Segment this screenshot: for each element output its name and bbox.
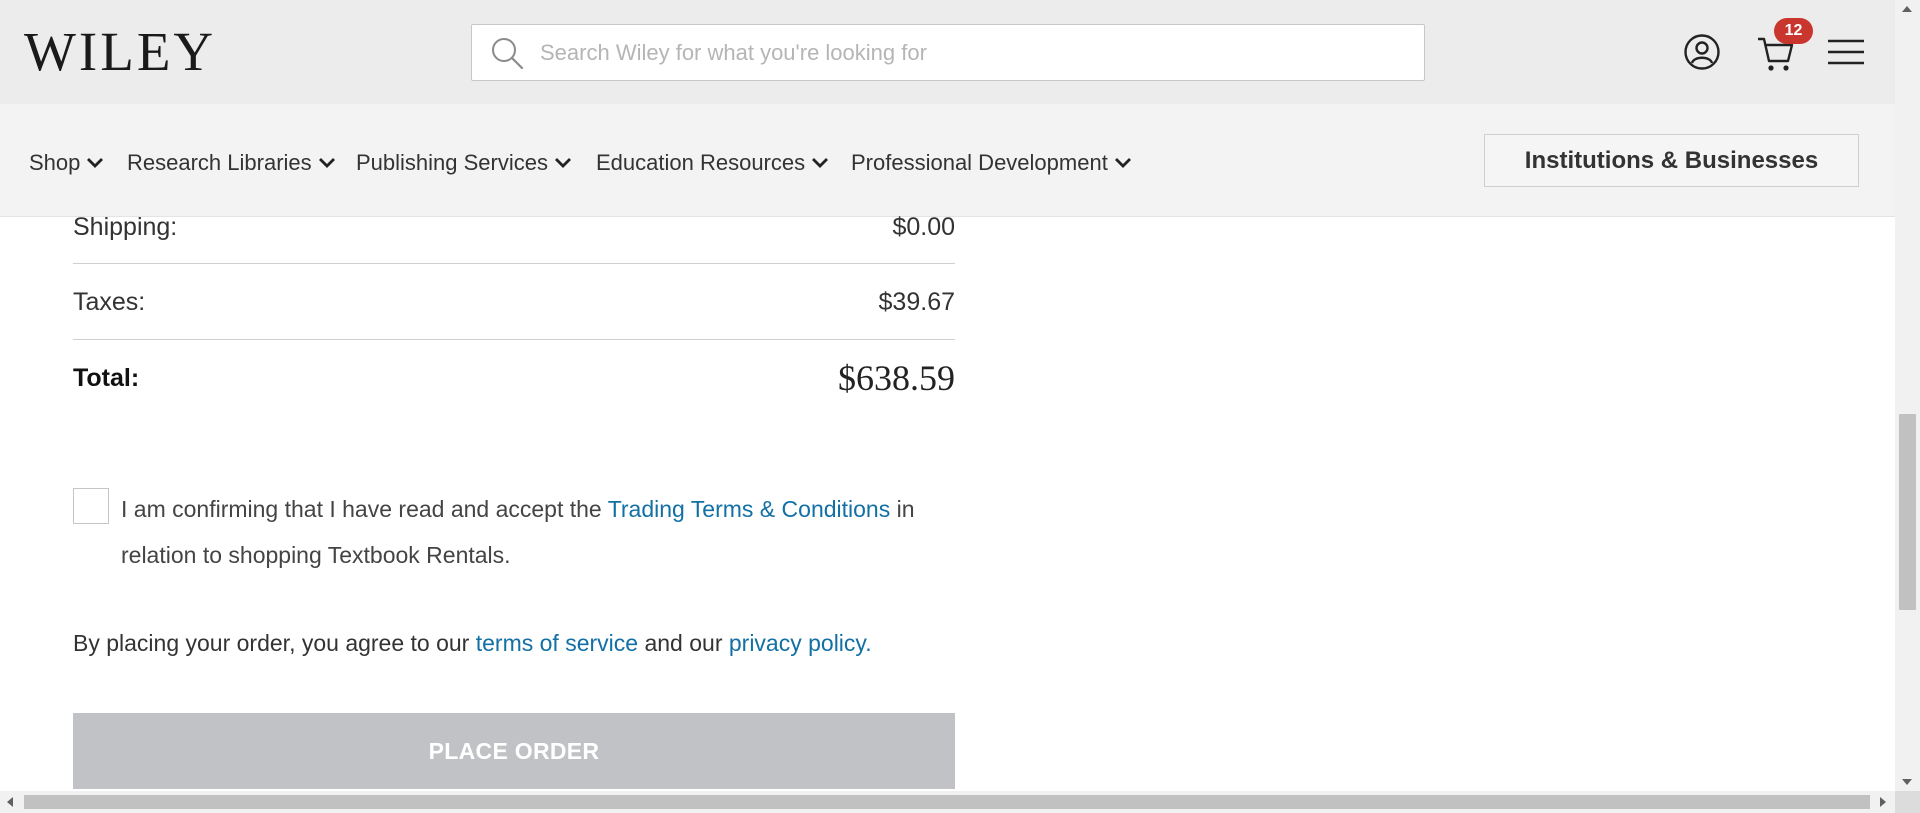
privacy-policy-link[interactable]: privacy policy. xyxy=(729,630,872,656)
wiley-logo[interactable]: WILEY xyxy=(24,24,216,80)
account-icon[interactable] xyxy=(1682,30,1722,74)
scroll-left-arrow-icon[interactable] xyxy=(7,797,13,807)
chevron-down-icon xyxy=(87,158,104,168)
institutions-businesses-button[interactable]: Institutions & Businesses xyxy=(1484,134,1859,187)
scroll-down-arrow-icon[interactable] xyxy=(1902,779,1912,785)
taxes-row: Taxes: $39.67 xyxy=(73,285,955,319)
nav-item-shop[interactable]: Shop xyxy=(29,150,104,176)
horizontal-scrollbar[interactable] xyxy=(0,791,1920,813)
divider xyxy=(73,339,955,340)
place-order-button[interactable]: PLACE ORDER xyxy=(73,713,955,789)
total-label: Total: xyxy=(73,363,140,392)
trading-terms-link[interactable]: Trading Terms & Conditions xyxy=(608,496,891,522)
nav-item-label: Shop xyxy=(29,150,81,175)
horizontal-scroll-thumb[interactable] xyxy=(24,795,1870,809)
nav-item-label: Professional Development xyxy=(851,150,1108,175)
main-navigation: Shop Research Libraries Publishing Servi… xyxy=(0,104,1895,217)
order-agreement-text: By placing your order, you agree to our … xyxy=(73,630,872,657)
chevron-down-icon xyxy=(812,158,829,168)
taxes-value: $39.67 xyxy=(878,287,955,316)
total-row: Total: $638.59 xyxy=(73,354,955,402)
taxes-label: Taxes: xyxy=(73,287,146,316)
search-icon[interactable] xyxy=(490,36,524,70)
nav-item-publishing-services[interactable]: Publishing Services xyxy=(356,150,572,176)
divider xyxy=(73,263,955,264)
nav-item-professional-development[interactable]: Professional Development xyxy=(851,150,1132,176)
nav-item-label: Publishing Services xyxy=(356,150,548,175)
cart-count-badge: 12 xyxy=(1774,18,1813,44)
nav-item-label: Research Libraries xyxy=(127,150,312,175)
nav-item-label: Education Resources xyxy=(596,150,806,175)
terms-checkbox[interactable] xyxy=(73,488,109,524)
search-bar[interactable] xyxy=(471,24,1425,81)
nav-item-research-libraries[interactable]: Research Libraries xyxy=(127,150,336,176)
shipping-row: Shipping: $0.00 xyxy=(73,210,955,244)
agreement-middle: and our xyxy=(638,630,729,656)
search-input[interactable] xyxy=(540,25,1410,80)
terms-text-before: I am confirming that I have read and acc… xyxy=(121,496,608,522)
vertical-scrollbar[interactable] xyxy=(1895,0,1920,791)
shipping-label: Shipping: xyxy=(73,212,178,241)
agreement-prefix: By placing your order, you agree to our xyxy=(73,630,476,656)
chevron-down-icon xyxy=(1114,158,1131,168)
chevron-down-icon xyxy=(554,158,571,168)
hamburger-menu-icon[interactable] xyxy=(1826,30,1866,74)
chevron-down-icon xyxy=(318,158,335,168)
nav-item-education-resources[interactable]: Education Resources xyxy=(596,150,829,176)
scroll-right-arrow-icon[interactable] xyxy=(1880,797,1886,807)
terms-of-service-link[interactable]: terms of service xyxy=(476,630,638,656)
scrollbar-corner xyxy=(1895,791,1920,813)
terms-text: I am confirming that I have read and acc… xyxy=(121,486,941,578)
scroll-up-arrow-icon[interactable] xyxy=(1902,6,1912,12)
site-header: WILEY 12 xyxy=(0,0,1895,104)
shipping-value: $0.00 xyxy=(892,212,955,241)
total-value: $638.59 xyxy=(838,358,955,398)
vertical-scroll-thumb[interactable] xyxy=(1899,414,1916,610)
